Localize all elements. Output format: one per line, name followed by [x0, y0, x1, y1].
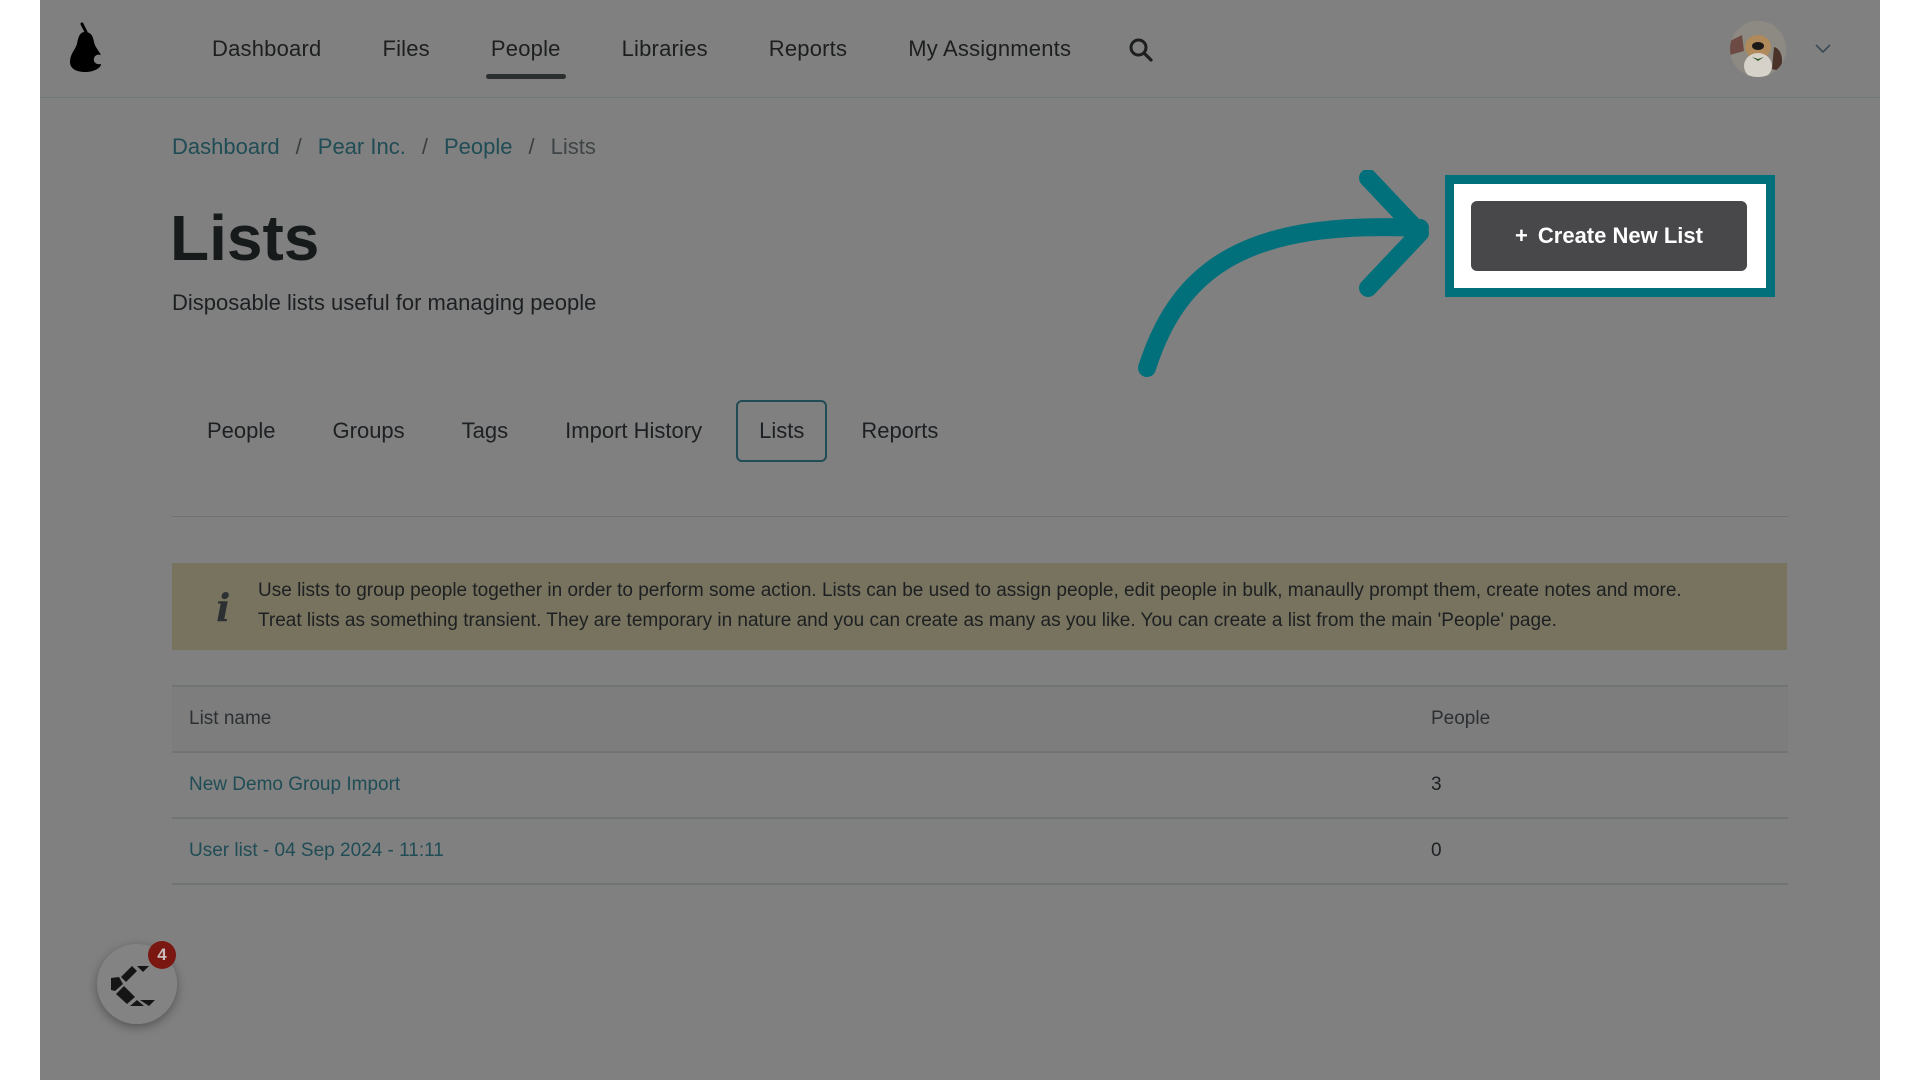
nav-libraries[interactable]: Libraries: [622, 0, 708, 97]
column-header-list-name: List name: [172, 685, 1414, 752]
tab-lists[interactable]: Lists: [736, 400, 828, 462]
tab-import-history[interactable]: Import History: [542, 400, 725, 462]
info-line-2: Treat lists as something transient. They…: [258, 610, 1557, 631]
table-header-row: List name People: [172, 685, 1788, 752]
nav-people[interactable]: People: [485, 0, 566, 97]
tab-reports[interactable]: Reports: [838, 400, 961, 462]
user-avatar[interactable]: [1730, 21, 1786, 77]
nav-my-assignments[interactable]: My Assignments: [908, 0, 1071, 97]
chevron-down-icon[interactable]: [1815, 44, 1831, 54]
info-line-1: Use lists to group people together in or…: [258, 580, 1682, 601]
nav-reports[interactable]: Reports: [769, 0, 847, 97]
breadcrumb-separator: /: [528, 134, 535, 159]
people-tabs: People Groups Tags Import History Lists …: [184, 400, 972, 462]
info-icon: i: [216, 585, 231, 630]
page-subtitle: Disposable lists useful for managing peo…: [172, 290, 597, 315]
column-header-people: People: [1414, 685, 1788, 752]
list-name-link[interactable]: User list - 04 Sep 2024 - 11:11: [172, 817, 1414, 885]
pear-logo-icon[interactable]: [68, 22, 106, 72]
breadcrumb-pear-inc[interactable]: Pear Inc.: [318, 134, 406, 160]
notification-badge: 4: [148, 941, 176, 969]
app-frame: Dashboard Files People Libraries Reports…: [40, 0, 1880, 1080]
create-new-list-button[interactable]: + Create New List: [1471, 201, 1747, 271]
list-people-count: 3: [1414, 751, 1788, 818]
info-text: Use lists to group people together in or…: [258, 576, 1682, 636]
tab-groups[interactable]: Groups: [310, 400, 428, 462]
section-divider: [172, 516, 1788, 517]
search-icon[interactable]: [1128, 37, 1154, 63]
annotation-arrow-icon: [1138, 170, 1429, 377]
list-people-count: 0: [1414, 817, 1788, 885]
table-row: New Demo Group Import 3: [172, 751, 1788, 818]
breadcrumb: Dashboard / Pear Inc. / People / Lists: [172, 134, 596, 160]
nav-files[interactable]: Files: [382, 0, 429, 97]
breadcrumb-separator: /: [295, 134, 302, 159]
create-new-list-label: Create New List: [1537, 223, 1703, 248]
breadcrumb-people[interactable]: People: [444, 134, 513, 160]
info-callout: i Use lists to group people together in …: [172, 563, 1787, 650]
tab-people[interactable]: People: [184, 400, 299, 462]
tab-tags[interactable]: Tags: [439, 400, 531, 462]
dog-photo-icon: [1730, 21, 1786, 77]
lists-table: List name People New Demo Group Import 3…: [172, 685, 1788, 885]
create-button-highlight: + Create New List: [1445, 175, 1775, 297]
top-navbar: Dashboard Files People Libraries Reports…: [40, 0, 1880, 98]
list-name-link[interactable]: New Demo Group Import: [172, 751, 1414, 818]
main-nav: Dashboard Files People Libraries Reports…: [212, 0, 1132, 97]
breadcrumb-separator: /: [421, 134, 428, 159]
breadcrumb-dashboard[interactable]: Dashboard: [172, 134, 280, 160]
page-title: Lists: [170, 202, 320, 274]
plus-icon: +: [1515, 223, 1528, 248]
table-row: User list - 04 Sep 2024 - 11:11 0: [172, 817, 1788, 885]
breadcrumb-lists: Lists: [550, 134, 596, 159]
nav-dashboard[interactable]: Dashboard: [212, 0, 321, 97]
